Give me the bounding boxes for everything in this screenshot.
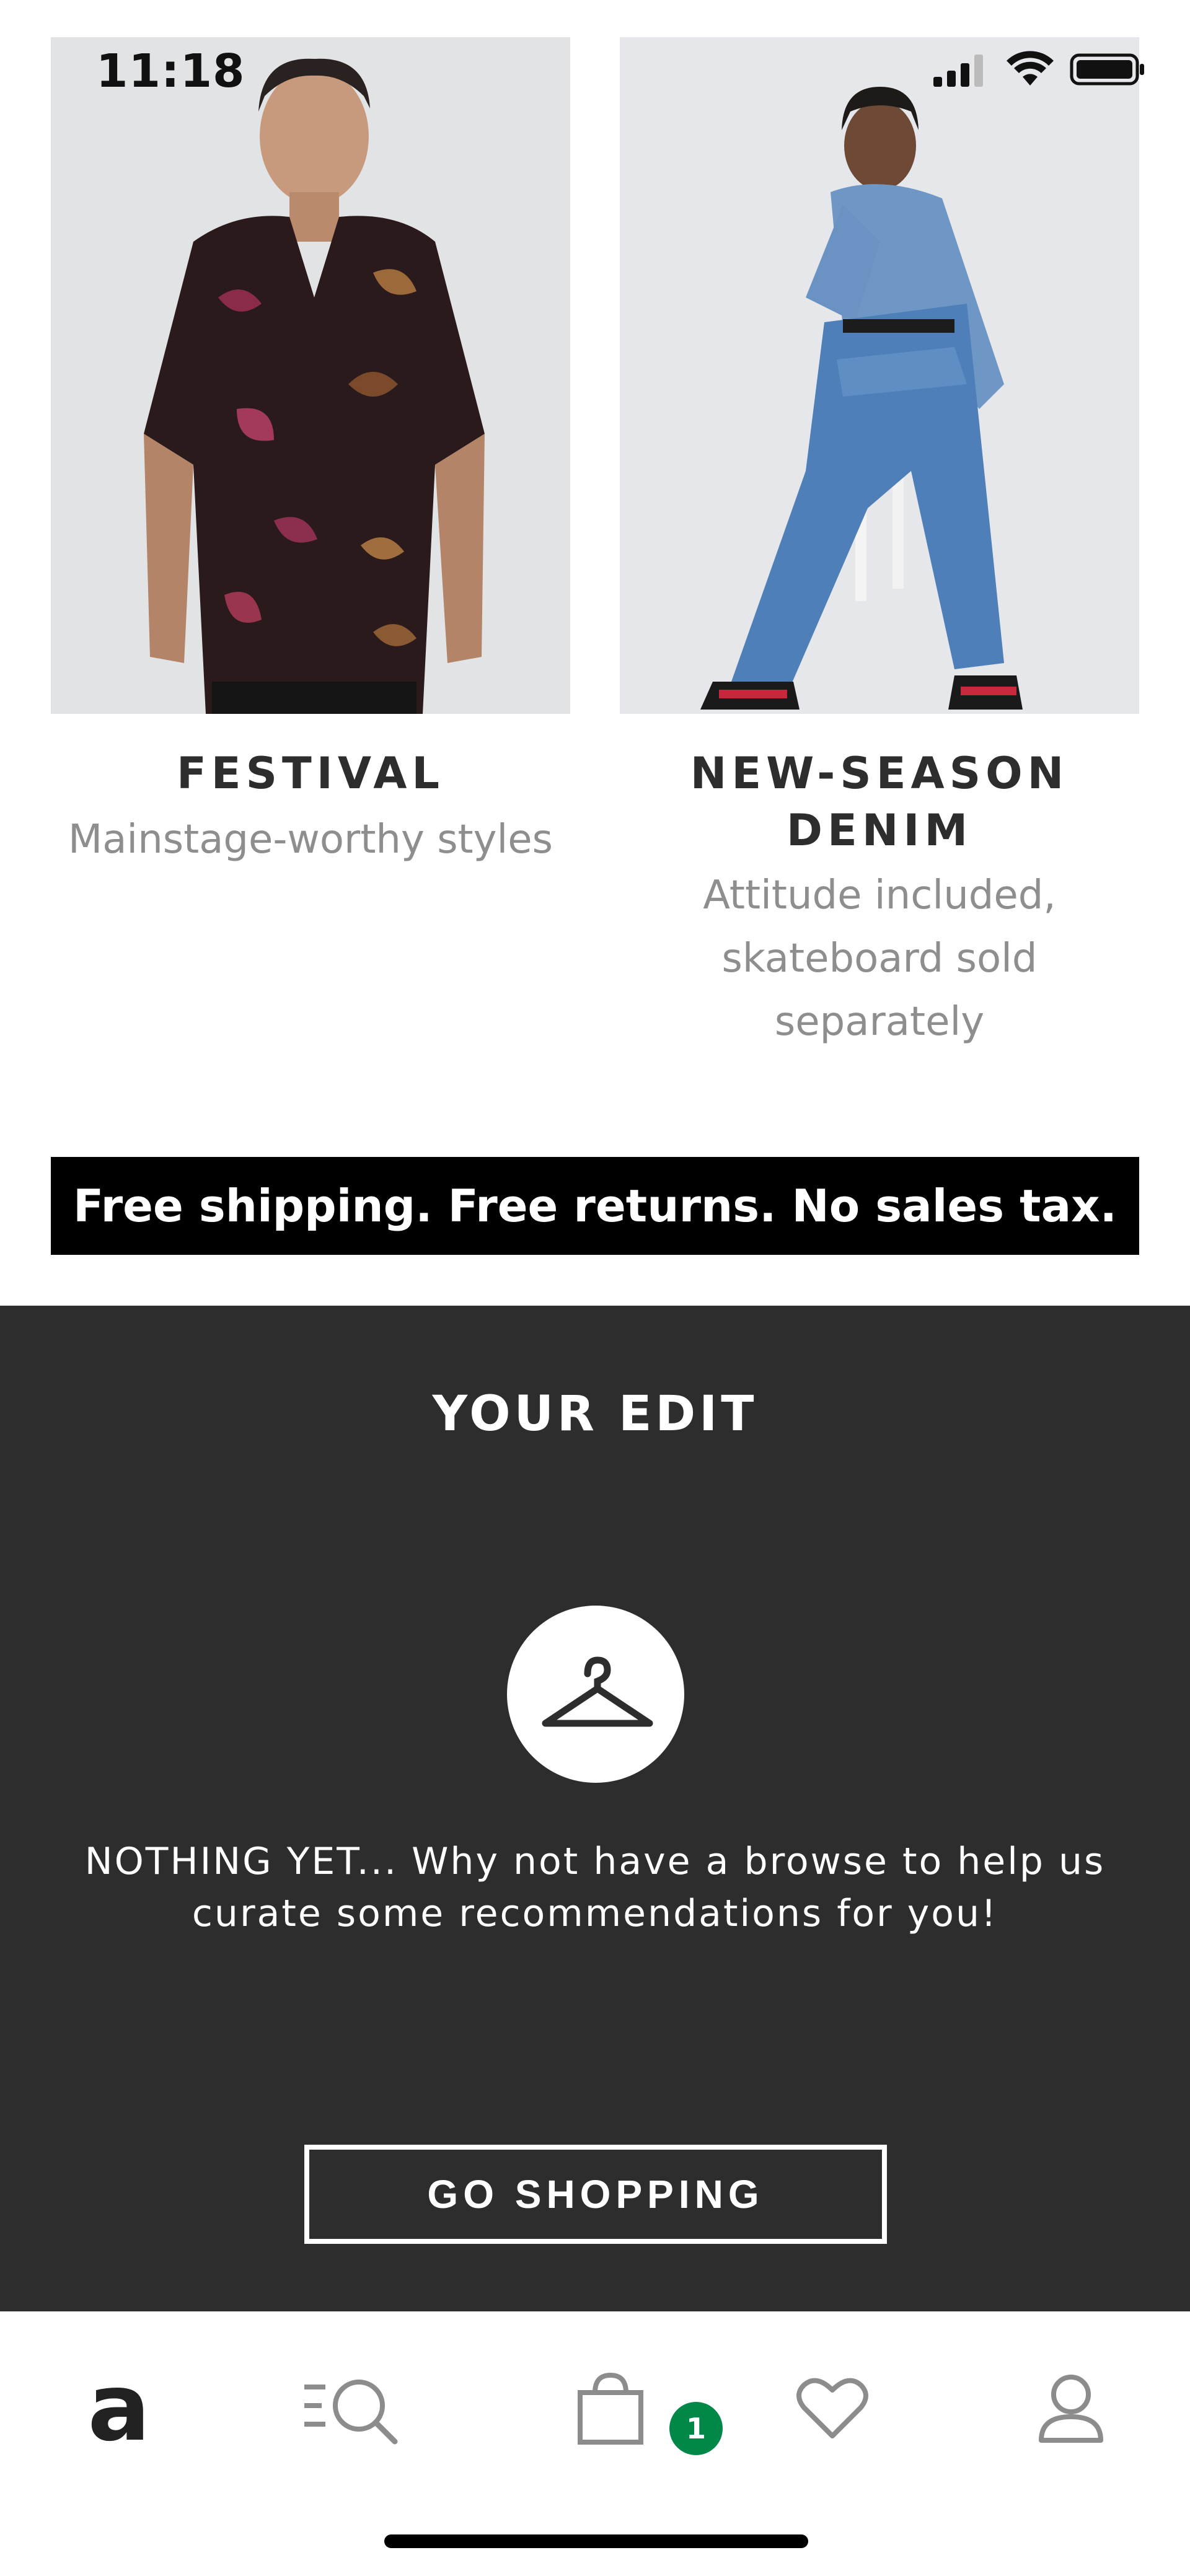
bag-icon	[578, 2372, 643, 2445]
shipping-banner-text: Free shipping. Free returns. No sales ta…	[73, 1180, 1117, 1232]
battery-icon	[1070, 53, 1144, 86]
signal-icon	[933, 55, 983, 87]
shipping-banner[interactable]: Free shipping. Free returns. No sales ta…	[51, 1157, 1139, 1255]
hanger-icon	[542, 1656, 653, 1727]
promo-subtitle-festival: Mainstage-worthy styles	[68, 817, 553, 863]
home-indicator[interactable]	[384, 2534, 808, 2548]
promo-subtitle-denim: Attitude included, skateboard sold separ…	[703, 873, 1056, 1045]
status-icons	[931, 51, 1147, 88]
status-time: 11:18	[96, 45, 245, 98]
nav-bag[interactable]	[549, 2346, 672, 2470]
promo-title-denim: NEW-SEASON DENIM	[690, 748, 1069, 856]
your-edit-message: NOTHING YET... Why not have a browse to …	[84, 1840, 1106, 1935]
home-icon: a	[87, 2354, 151, 2462]
your-edit-section: YOUR EDIT NOTHING YET... Why not have a …	[0, 1306, 1190, 2311]
account-icon	[1039, 2375, 1103, 2443]
nav-saved[interactable]	[770, 2346, 894, 2470]
promo-tile-festival[interactable]: FESTIVAL Mainstage-worthy styles	[51, 37, 570, 871]
search-icon	[304, 2380, 398, 2445]
promo-image-festival	[51, 37, 570, 714]
promo-title-festival: FESTIVAL	[176, 748, 445, 799]
nav-home[interactable]: a	[57, 2346, 181, 2470]
bag-count-badge: 1	[669, 2402, 723, 2455]
hanger-badge	[507, 1606, 684, 1783]
nav-search[interactable]	[291, 2346, 415, 2470]
wifi-icon	[1007, 51, 1054, 86]
nav-account[interactable]	[1009, 2346, 1133, 2470]
promo-tile-denim[interactable]: NEW-SEASON DENIM Attitude included, skat…	[620, 37, 1139, 1053]
heart-icon	[796, 2378, 868, 2438]
promo-image-denim	[620, 37, 1139, 714]
your-edit-title: YOUR EDIT	[432, 1386, 758, 1442]
go-shopping-button[interactable]: GO SHOPPING	[304, 2145, 887, 2244]
